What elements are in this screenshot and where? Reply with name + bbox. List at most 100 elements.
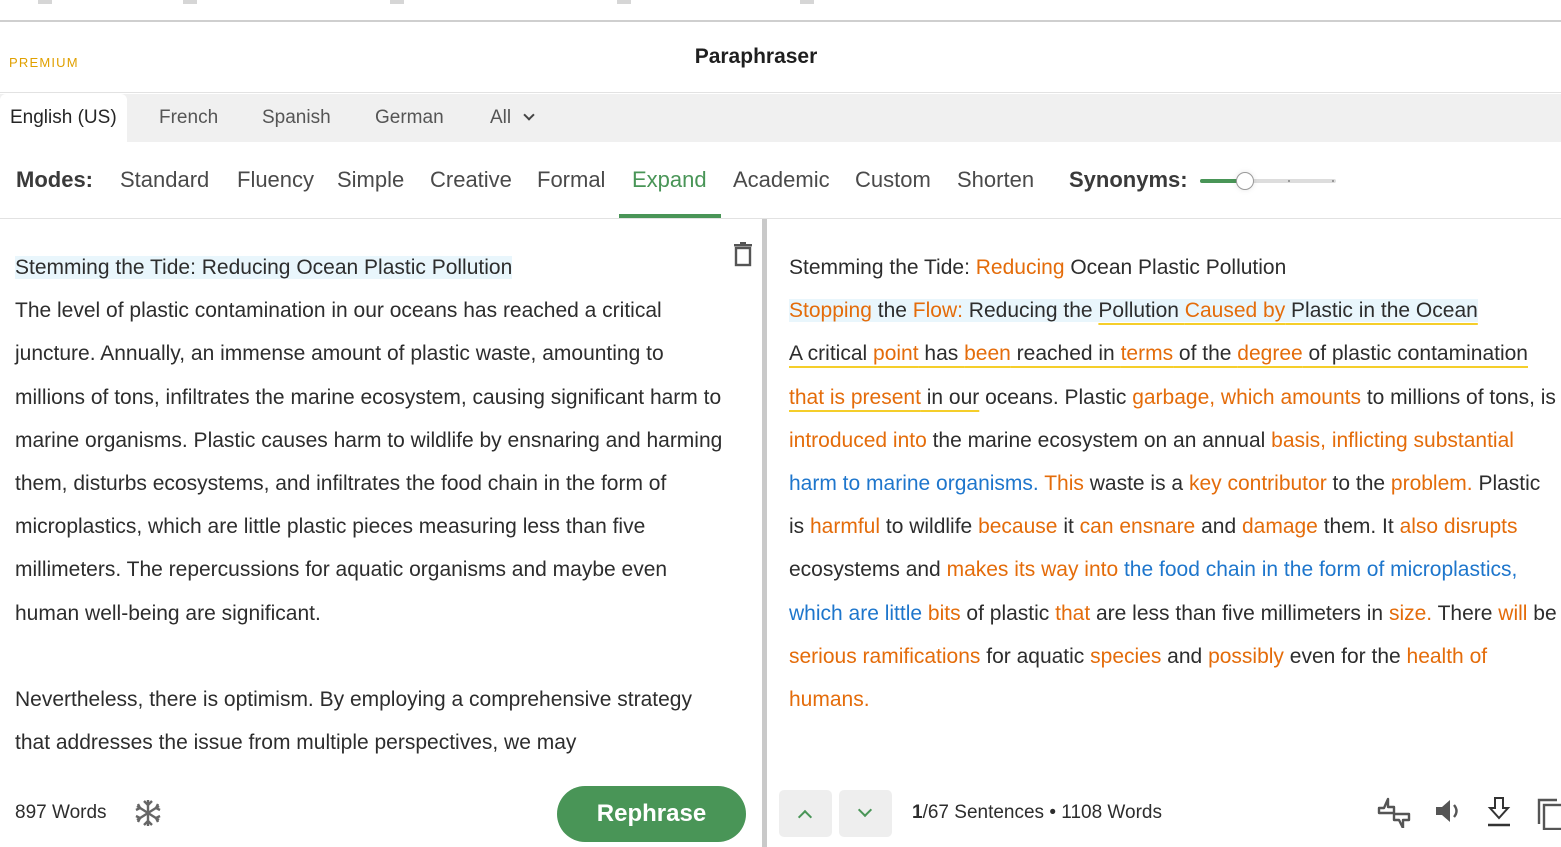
unchanged-text: and	[1161, 644, 1209, 668]
mode-fluency[interactable]: Fluency	[237, 167, 314, 193]
input-title: Stemming the Tide: Reducing Ocean Plasti…	[15, 256, 513, 279]
unchanged-text: Stemming the Tide:	[789, 256, 976, 279]
unchanged-text: Pollution	[1098, 299, 1185, 323]
mode-shorten[interactable]: Shorten	[957, 167, 1034, 193]
sentence-info: 1/67 Sentences • 1108 Words	[912, 802, 1162, 824]
lang-tab-french[interactable]: French	[159, 94, 218, 142]
changed-word[interactable]: can ensnare	[1080, 515, 1196, 538]
changed-word[interactable]: that	[1055, 602, 1090, 625]
slider-thumb[interactable]	[1235, 172, 1254, 190]
strip-mark	[800, 0, 814, 4]
changed-word[interactable]: Caused by	[1185, 299, 1285, 322]
changed-word[interactable]: Stopping	[789, 299, 872, 322]
input-word-count: 897 Words	[15, 802, 107, 823]
unchanged-text: waste is a	[1083, 472, 1189, 496]
mode-standard[interactable]: Standard	[120, 167, 209, 193]
changed-word[interactable]: bits	[922, 602, 961, 625]
unchanged-text: has	[918, 342, 965, 366]
lang-tab-all[interactable]: All	[490, 94, 535, 142]
unchanged-text: ecosystems and	[789, 558, 947, 582]
mode-creative[interactable]: Creative	[430, 167, 512, 193]
changed-word[interactable]: species	[1090, 645, 1161, 668]
unchanged-text: to millions of tons, is	[1361, 385, 1556, 409]
mode-simple[interactable]: Simple	[337, 167, 404, 193]
unchanged-text: for aquatic	[980, 644, 1091, 668]
mode-custom[interactable]: Custom	[855, 167, 931, 193]
output-word-count: 1108 Words	[1061, 802, 1162, 823]
changed-word[interactable]: key contributor	[1189, 472, 1327, 495]
structural-change[interactable]: harm to marine organisms.	[789, 472, 1039, 495]
output-text[interactable]: Stemming the Tide: Reducing Ocean Plasti…	[789, 246, 1559, 721]
unchanged-text: of the	[1173, 342, 1238, 366]
unchanged-text: A critical	[789, 342, 874, 366]
active-mode-indicator	[619, 214, 721, 218]
synonyms-slider[interactable]	[1200, 172, 1336, 190]
output-pane[interactable]: Stemming the Tide: Reducing Ocean Plasti…	[767, 219, 1561, 770]
app-header: PREMIUM Paraphraser	[0, 22, 1561, 93]
page-title: Paraphraser	[694, 45, 818, 68]
input-paragraph: The level of plastic contamination in ou…	[15, 299, 723, 625]
download-icon[interactable]	[1486, 796, 1512, 833]
changed-word[interactable]: This	[1039, 472, 1084, 495]
unchanged-text: reached in	[1010, 342, 1121, 366]
unchanged-text: even for the	[1283, 644, 1407, 668]
copy-icon[interactable]	[1537, 796, 1561, 835]
changed-word[interactable]: problem.	[1391, 472, 1473, 495]
changed-word[interactable]: also disrupts	[1400, 515, 1518, 538]
changed-word[interactable]: will	[1498, 602, 1527, 625]
changed-word[interactable]: harmful	[810, 515, 880, 538]
unchanged-text: and	[1195, 515, 1242, 539]
changed-word[interactable]: been	[964, 342, 1011, 365]
modes-label: Modes:	[16, 167, 93, 192]
changed-word[interactable]: Flow:	[913, 299, 963, 322]
changed-word[interactable]: basis, inflicting substantial	[1271, 429, 1514, 452]
output-title[interactable]: Stemming the Tide: Reducing Ocean Plasti…	[789, 246, 1559, 289]
previous-sentence-button[interactable]	[779, 790, 832, 837]
unchanged-text: to the	[1326, 472, 1391, 496]
mode-formal[interactable]: Formal	[537, 167, 605, 193]
changed-word[interactable]: terms	[1121, 342, 1174, 365]
lang-tab-spanish[interactable]: Spanish	[262, 94, 331, 142]
strip-mark	[183, 0, 197, 4]
mode-academic[interactable]: Academic	[733, 167, 830, 193]
thumbs-up-down-icon[interactable]	[1377, 796, 1411, 833]
changed-word[interactable]: garbage, which amounts	[1132, 386, 1361, 409]
strip-mark	[617, 0, 631, 4]
unchanged-text: Ocean Plastic Pollution	[1064, 256, 1287, 279]
changed-word[interactable]: Reducing	[976, 256, 1065, 279]
chevron-down-icon	[857, 802, 873, 818]
output-sentence-active[interactable]: Stopping the Flow: Reducing the Pollutio…	[789, 289, 1559, 332]
rephrase-button[interactable]: Rephrase	[557, 786, 746, 842]
lang-all-label: All	[490, 107, 512, 128]
trash-icon[interactable]	[733, 241, 753, 272]
changed-word[interactable]: size.	[1389, 602, 1432, 625]
changed-word[interactable]: that is present	[789, 386, 921, 409]
lang-tab-english-us[interactable]: English (US)	[0, 94, 127, 142]
unchanged-text: to wildlife	[880, 515, 979, 539]
chevron-down-icon	[523, 109, 535, 121]
speaker-icon[interactable]	[1434, 796, 1462, 831]
changed-word[interactable]: serious ramifications	[789, 645, 980, 668]
unchanged-text: Plastic in the Ocean	[1285, 299, 1478, 323]
separator: •	[1049, 802, 1056, 823]
changed-word[interactable]: degree	[1237, 342, 1302, 365]
unchanged-text: the	[871, 299, 913, 323]
input-pane[interactable]: Stemming the Tide: Reducing Ocean Plasti…	[0, 219, 762, 847]
mode-expand[interactable]: Expand	[632, 167, 707, 193]
changed-word[interactable]: because	[978, 515, 1057, 538]
snowflake-freeze-icon[interactable]	[133, 798, 163, 833]
changed-word[interactable]: makes its way into	[947, 558, 1119, 581]
lang-tab-german[interactable]: German	[375, 94, 444, 142]
output-paragraph[interactable]: A critical point has been reached in ter…	[789, 332, 1559, 721]
unchanged-text: in our	[920, 385, 980, 409]
changed-word[interactable]: introduced into	[789, 429, 927, 452]
unchanged-text: the marine ecosystem on an annual	[926, 428, 1272, 452]
next-sentence-button[interactable]	[839, 790, 892, 837]
input-textarea[interactable]: Stemming the Tide: Reducing Ocean Plasti…	[15, 246, 725, 807]
unchanged-text: it	[1057, 515, 1080, 539]
changed-word[interactable]: point	[873, 342, 919, 365]
changed-word[interactable]: possibly	[1208, 645, 1284, 668]
changed-word[interactable]: damage	[1242, 515, 1318, 538]
strip-mark	[390, 0, 404, 4]
language-tabs: English (US) French Spanish German All	[0, 94, 1561, 142]
